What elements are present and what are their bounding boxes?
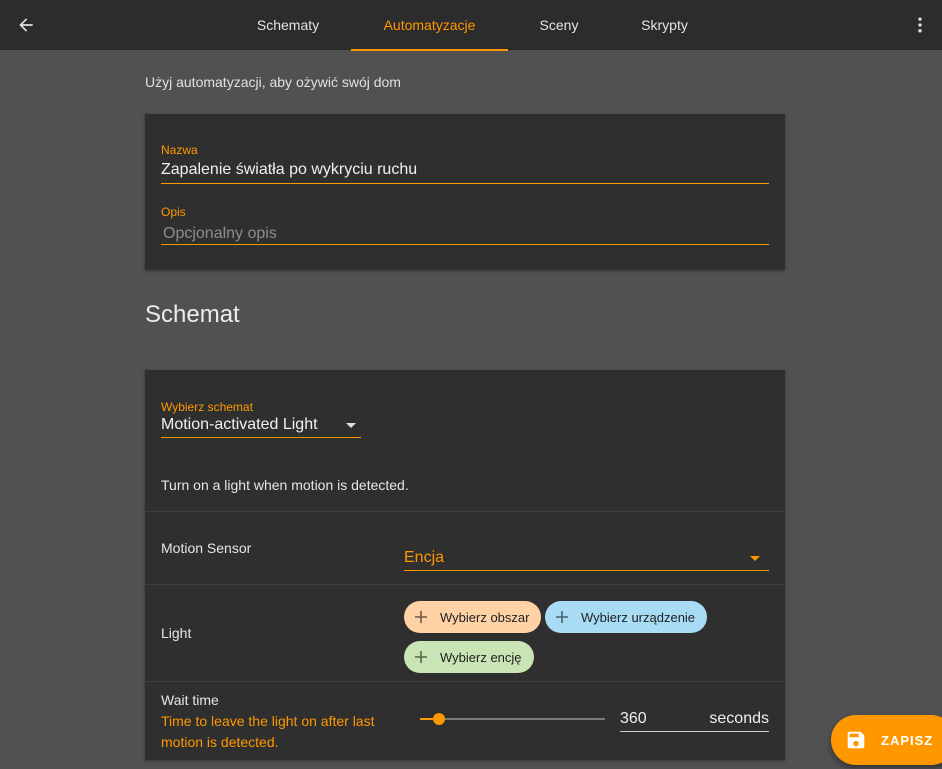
- chevron-down-icon: [750, 556, 760, 561]
- page-intro-text: Użyj automatyzacji, aby ożywić swój dom: [145, 74, 401, 90]
- tab-schematy[interactable]: Schematy: [228, 0, 348, 50]
- wait-time-input[interactable]: 360: [620, 710, 647, 728]
- name-field[interactable]: Zapalenie światła po wykryciu ruchu: [161, 161, 417, 179]
- tab-automatyzacje[interactable]: Automatyzacje: [351, 0, 508, 51]
- motion-sensor-label: Motion Sensor: [161, 540, 252, 556]
- wait-time-description: Time to leave the light on after last mo…: [161, 713, 375, 750]
- entity-picker-value: Encja: [404, 549, 445, 566]
- name-field-underline: [161, 183, 769, 184]
- tab-label: Schematy: [256, 17, 320, 33]
- blueprint-select-underline: [161, 437, 361, 438]
- plus-icon: [553, 608, 571, 626]
- divider: [145, 511, 785, 512]
- blueprint-section-title: Schemat: [145, 301, 240, 328]
- plus-icon: [412, 648, 430, 666]
- save-button[interactable]: ZAPISZ: [831, 715, 942, 765]
- wait-time-slider[interactable]: [420, 710, 605, 728]
- description-label: Opis: [161, 205, 186, 219]
- active-tab-indicator: [351, 49, 508, 51]
- plus-icon: [412, 608, 430, 626]
- chevron-down-icon: [346, 423, 356, 428]
- light-label: Light: [161, 625, 192, 641]
- wait-time-label: Wait time: [161, 692, 219, 708]
- save-button-label: ZAPISZ: [881, 732, 934, 748]
- entity-picker-underline: [404, 570, 769, 571]
- blueprint-select-value: Motion-activated Light: [161, 416, 318, 433]
- top-app-bar: Schematy Automatyzacje Sceny Skrypty: [0, 0, 942, 51]
- divider: [145, 584, 785, 585]
- tab-label: Skrypty: [641, 17, 688, 33]
- motion-sensor-entity-picker[interactable]: Encja: [404, 546, 769, 570]
- blueprint-card: Wybierz schemat Motion-activated Light T…: [145, 370, 785, 760]
- blueprint-select[interactable]: Motion-activated Light: [161, 416, 361, 438]
- back-button[interactable]: [12, 11, 40, 39]
- overflow-menu-button[interactable]: [906, 11, 934, 39]
- wait-time-unit: seconds: [709, 710, 769, 727]
- description-field[interactable]: Opcjonalny opis: [163, 225, 277, 243]
- chip-label: Wybierz encję: [440, 649, 522, 665]
- choose-area-chip[interactable]: Wybierz obszar: [404, 601, 542, 633]
- tab-label: Automatyzacje: [383, 17, 476, 33]
- tab-label: Sceny: [539, 17, 579, 33]
- tab-skrypty[interactable]: Skrypty: [612, 0, 717, 50]
- name-label: Nazwa: [161, 143, 198, 157]
- arrow-left-icon: [19, 18, 33, 32]
- description-field-underline: [161, 244, 769, 245]
- choose-device-chip[interactable]: Wybierz urządzenie: [545, 601, 708, 633]
- slider-thumb[interactable]: [433, 713, 445, 725]
- wait-time-input-underline: [620, 731, 769, 732]
- automation-details-card: Nazwa Zapalenie światła po wykryciu ruch…: [145, 114, 785, 270]
- slider-track: [420, 718, 605, 720]
- blueprint-description: Turn on a light when motion is detected.: [161, 477, 409, 493]
- tab-sceny[interactable]: Sceny: [510, 0, 608, 50]
- floppy-disk-icon: [847, 731, 865, 749]
- dots-vertical-icon: [918, 17, 922, 33]
- chip-label: Wybierz obszar: [440, 609, 530, 625]
- divider: [145, 681, 785, 682]
- choose-entity-chip[interactable]: Wybierz encję: [404, 641, 534, 673]
- chip-label: Wybierz urządzenie: [581, 609, 696, 625]
- blueprint-select-label: Wybierz schemat: [161, 400, 253, 414]
